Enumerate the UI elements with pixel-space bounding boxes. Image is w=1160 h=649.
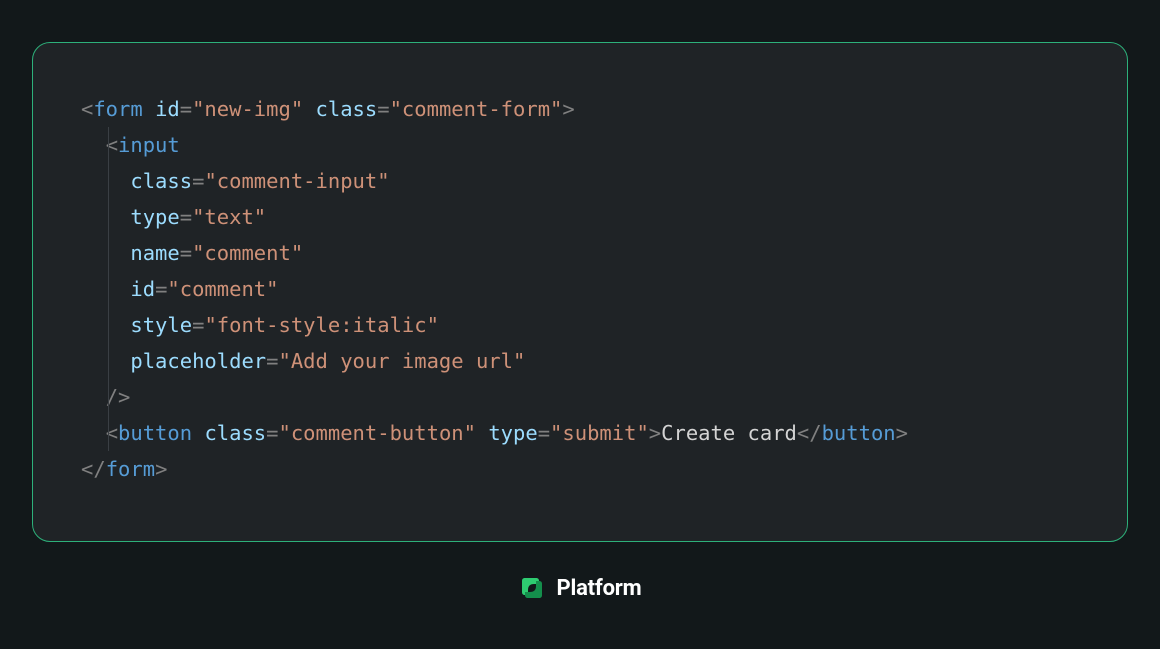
code-block: <form id="new-img" class="comment-form">… <box>81 91 1079 487</box>
code-token-a: type <box>488 421 537 445</box>
code-token-p: = <box>377 97 389 121</box>
code-token-s: "comment-form" <box>390 97 563 121</box>
code-token-s: "comment-button" <box>279 421 476 445</box>
code-token-a: class <box>204 421 266 445</box>
code-token-a: name <box>130 241 179 265</box>
code-token-p: = <box>180 97 192 121</box>
code-token-p: = <box>192 313 204 337</box>
code-token-s: "comment" <box>167 277 278 301</box>
code-line: <form id="new-img" class="comment-form"> <box>81 91 1079 127</box>
code-panel: <form id="new-img" class="comment-form">… <box>32 42 1128 542</box>
code-line: id="comment" <box>81 271 1079 307</box>
code-token-a: style <box>130 313 192 337</box>
code-token-a: id <box>130 277 155 301</box>
code-token-p: = <box>155 277 167 301</box>
code-token-s: "submit" <box>550 421 649 445</box>
code-line: class="comment-input" <box>81 163 1079 199</box>
code-token-t: form <box>106 457 155 481</box>
code-token-t: form <box>93 97 142 121</box>
code-token-p <box>143 97 155 121</box>
code-token-s: "new-img" <box>192 97 303 121</box>
code-line: name="comment" <box>81 235 1079 271</box>
footer: Platform <box>518 574 641 602</box>
code-token-s: "comment" <box>192 241 303 265</box>
code-token-p: = <box>180 205 192 229</box>
code-line: <button class="comment-button" type="sub… <box>81 415 1079 451</box>
code-token-p: < <box>81 97 93 121</box>
code-token-t: input <box>118 133 180 157</box>
code-token-a: type <box>130 205 179 229</box>
code-token-p: = <box>192 169 204 193</box>
code-token-a: placeholder <box>130 349 266 373</box>
code-token-p: > <box>155 457 167 481</box>
code-token-s: "Add your image url" <box>278 349 525 373</box>
code-token-t: button <box>822 421 896 445</box>
code-token-p <box>192 421 204 445</box>
code-line: style="font-style:italic" <box>81 307 1079 343</box>
code-token-s: "text" <box>192 205 266 229</box>
code-token-p: = <box>266 421 278 445</box>
code-line: </form> <box>81 451 1079 487</box>
code-token-s: "font-style:italic" <box>204 313 439 337</box>
code-token-p: /> <box>106 385 131 409</box>
code-token-p: </ <box>797 421 822 445</box>
code-token-p: = <box>180 241 192 265</box>
code-token-a: class <box>130 169 192 193</box>
code-token-p <box>303 97 315 121</box>
indent-guide <box>108 127 109 451</box>
code-token-p: </ <box>81 457 106 481</box>
code-token-a: class <box>316 97 378 121</box>
platform-logo-icon <box>518 574 546 602</box>
code-token-p: > <box>649 421 661 445</box>
code-token-p: = <box>538 421 550 445</box>
code-token-tx: Create card <box>661 421 797 445</box>
code-token-p: = <box>266 349 278 373</box>
code-token-p: > <box>562 97 574 121</box>
code-token-p: > <box>896 421 908 445</box>
code-token-s: "comment-input" <box>204 169 389 193</box>
code-line: <input <box>81 127 1079 163</box>
code-line: /> <box>81 379 1079 415</box>
code-token-a: id <box>155 97 180 121</box>
code-token-p <box>476 421 488 445</box>
footer-label: Platform <box>556 576 641 601</box>
code-token-t: button <box>118 421 192 445</box>
code-line: type="text" <box>81 199 1079 235</box>
code-line: placeholder="Add your image url" <box>81 343 1079 379</box>
